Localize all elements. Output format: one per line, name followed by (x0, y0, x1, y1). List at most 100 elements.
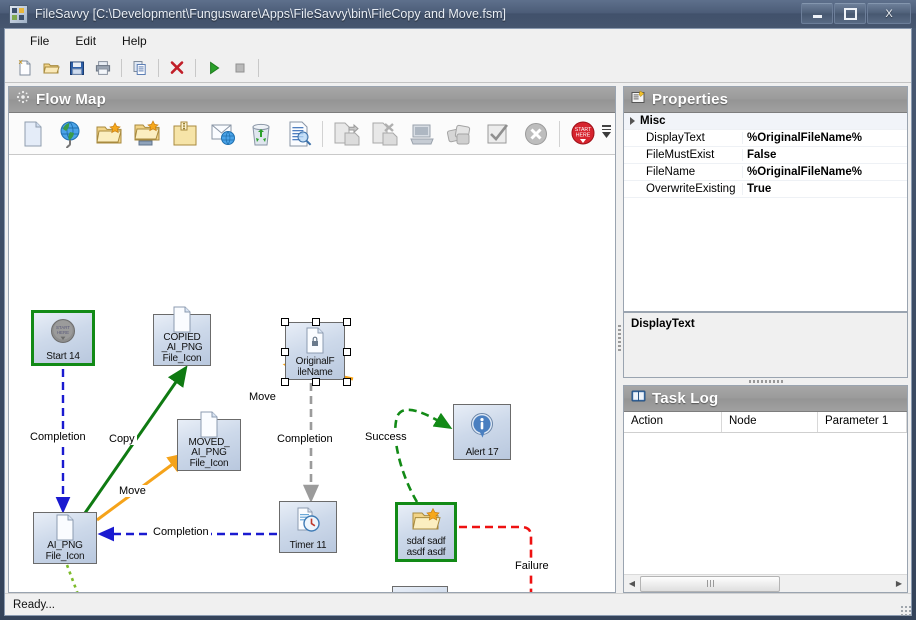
property-description-pane: DisplayText (623, 312, 908, 378)
properties-icon (631, 90, 646, 109)
property-name: DisplayText (646, 132, 705, 144)
status-text: Ready... (13, 598, 55, 611)
selection-handle[interactable] (281, 318, 289, 326)
print-button[interactable] (91, 56, 115, 80)
save-button[interactable] (65, 56, 89, 80)
checkmark-box-icon-button[interactable] (480, 116, 516, 152)
toolbar-overflow-button[interactable] (602, 125, 611, 138)
property-description-title: DisplayText (631, 318, 695, 330)
column-header-action[interactable]: Action (624, 412, 722, 432)
copy-button[interactable] (128, 56, 152, 80)
flow-node-timer11[interactable]: Timer 11 (279, 501, 337, 553)
toolbar-separator (158, 59, 159, 77)
resize-grip[interactable] (900, 605, 911, 616)
property-row[interactable]: OverwriteExisting True (624, 181, 907, 198)
envelope-globe-icon-button[interactable] (205, 116, 241, 152)
vertical-splitter[interactable] (616, 83, 623, 593)
selection-handle[interactable] (343, 348, 351, 356)
flow-node-label: AI_PNG File_Icon (45, 540, 85, 562)
flow-node-moved[interactable]: MOVED_ AI_PNG File_Icon (177, 411, 241, 471)
minimize-button[interactable] (801, 3, 833, 24)
property-value[interactable]: %OriginalFileName% (742, 166, 907, 178)
scroll-left-arrow-icon[interactable]: ◀ (624, 576, 640, 591)
flow-map-canvas[interactable]: START HERE Start 14 COPIED _AI_PNG File_Ico… (9, 155, 615, 592)
selection-handle[interactable] (281, 348, 289, 356)
expander-triangle-icon[interactable] (630, 117, 635, 125)
stop-button[interactable] (228, 56, 252, 80)
menu-item-help[interactable]: Help (111, 31, 158, 51)
info-balloon-icon (393, 587, 447, 592)
property-row[interactable]: FileName %OriginalFileName% (624, 164, 907, 181)
properties-grid[interactable]: Misc DisplayText %OriginalFileName% File… (624, 113, 907, 311)
flow-node-copied[interactable]: COPIED _AI_PNG File_Icon (153, 306, 211, 366)
column-header-parameter-1[interactable]: Parameter 1 (818, 412, 907, 432)
flow-node-start14[interactable]: START HERE Start 14 (31, 310, 95, 366)
task-log-rows[interactable] (624, 433, 907, 574)
blank-document-icon-button[interactable] (15, 116, 51, 152)
move-file-icon-button[interactable] (366, 116, 402, 152)
property-value[interactable]: False (742, 149, 907, 161)
flow-map-toolbar: START HERE (9, 113, 615, 155)
overlapping-shapes-icon-button[interactable] (442, 116, 478, 152)
flow-map-panel: Flow Map START HERE START HERE Start 14 … (8, 86, 616, 593)
document-magnifier-icon-button[interactable] (281, 116, 317, 152)
column-header-node[interactable]: Node (722, 412, 818, 432)
main-toolbar (5, 54, 911, 83)
application-window: FileSavvy [C:\Development\Fungusware\App… (0, 0, 916, 620)
toolbar-separator (195, 59, 196, 77)
selection-handle[interactable] (281, 378, 289, 386)
menu-item-file[interactable]: File (19, 31, 60, 51)
flow-node-label: Start 14 (46, 350, 80, 362)
flow-map-header: Flow Map (9, 87, 615, 113)
flow-node-orig_top[interactable]: OriginalF ileName (285, 322, 345, 380)
recycle-bin-icon-button[interactable] (243, 116, 279, 152)
menu-bar: File Edit Help (5, 29, 911, 54)
selection-handle[interactable] (312, 318, 320, 326)
property-row[interactable]: FileMustExist False (624, 147, 907, 164)
folder-star-network-icon-button[interactable] (129, 116, 165, 152)
app-icon (9, 4, 28, 24)
property-category-row[interactable]: Misc (624, 113, 907, 130)
edge-label: Success (363, 431, 409, 443)
edge-label: Failure (513, 560, 551, 572)
menu-item-edit[interactable]: Edit (64, 31, 107, 51)
property-category-label: Misc (640, 115, 666, 127)
new-file-button[interactable] (13, 56, 37, 80)
open-file-button[interactable] (39, 56, 63, 80)
gray-x-circle-icon-button[interactable] (518, 116, 554, 152)
status-bar: Ready... (5, 593, 911, 615)
start-here-stamp-icon-button[interactable]: START HERE (565, 116, 601, 152)
property-name: OverwriteExisting (646, 183, 736, 195)
property-row[interactable]: DisplayText %OriginalFileName% (624, 130, 907, 147)
toolbar-separator (121, 59, 122, 77)
folder-star-icon-button[interactable] (91, 116, 127, 152)
file-lock-icon (286, 323, 344, 357)
splitter-grip (618, 325, 621, 351)
selection-handle[interactable] (312, 378, 320, 386)
flow-node-label: COPIED _AI_PNG File_Icon (161, 331, 203, 364)
horizontal-splitter[interactable] (623, 378, 908, 385)
flow-node-alert_top[interactable]: Alert 17 (453, 404, 511, 460)
scroll-thumb[interactable] (640, 575, 780, 592)
delete-button[interactable] (165, 56, 189, 80)
property-value[interactable]: True (742, 183, 907, 195)
flow-toolbar-separator (559, 120, 560, 147)
run-button[interactable] (202, 56, 226, 80)
flow-node-alert_bot[interactable]: Alert 17 (392, 586, 448, 592)
scroll-right-arrow-icon[interactable]: ▶ (891, 576, 907, 591)
task-log-horizontal-scrollbar[interactable]: ◀ ▶ (624, 574, 907, 592)
computer-icon-button[interactable] (404, 116, 440, 152)
property-value[interactable]: %OriginalFileName% (742, 132, 907, 144)
properties-title: Properties (652, 91, 729, 108)
document-icon (178, 411, 240, 438)
copy-file-icon-button[interactable] (328, 116, 364, 152)
flow-node-sdaf[interactable]: sdaf sadf asdf asdf (395, 502, 457, 562)
globe-plug-icon-button[interactable] (53, 116, 89, 152)
flow-node-ai_png[interactable]: AI_PNG File_Icon (33, 512, 97, 564)
selection-handle[interactable] (343, 318, 351, 326)
maximize-button[interactable] (834, 3, 866, 24)
selection-handle[interactable] (343, 378, 351, 386)
close-button[interactable]: X (867, 3, 911, 24)
zip-folder-icon-button[interactable] (167, 116, 203, 152)
task-log-icon (631, 389, 646, 408)
